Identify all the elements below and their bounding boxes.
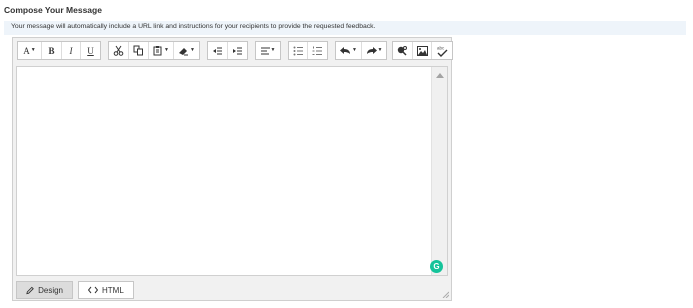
align-left-icon xyxy=(260,47,270,54)
font-size-button[interactable]: A ▼ xyxy=(18,42,42,59)
html-mode-tab[interactable]: HTML xyxy=(78,281,134,299)
bullet-list-icon xyxy=(293,46,303,55)
paste-button[interactable]: ▼ xyxy=(149,42,174,59)
dropdown-caret-icon: ▼ xyxy=(270,48,276,53)
numbered-list-button[interactable] xyxy=(308,42,327,59)
editor-scrollbar[interactable] xyxy=(431,67,447,275)
dropdown-caret-icon: ▼ xyxy=(30,48,36,53)
dropdown-caret-icon: ▼ xyxy=(377,48,383,53)
grammarly-icon[interactable]: G xyxy=(430,260,443,273)
dropdown-caret-icon: ▼ xyxy=(190,48,195,53)
paste-icon xyxy=(153,46,162,56)
resize-handle-icon[interactable] xyxy=(442,291,449,298)
indent-button[interactable] xyxy=(228,42,247,59)
history-group: ▼ ▼ xyxy=(335,41,387,60)
info-text: Your message will automatically include … xyxy=(11,23,376,30)
editor-toolbar: A ▼ B I U ▼ ▼ ▼ ▼ ▼ abc xyxy=(17,41,453,61)
dropdown-caret-icon: ▼ xyxy=(352,48,357,53)
cut-button[interactable] xyxy=(109,42,129,59)
underline-button[interactable]: U xyxy=(81,42,100,59)
code-icon xyxy=(88,286,98,294)
eraser-icon xyxy=(179,48,189,56)
list-group xyxy=(288,41,328,60)
clipboard-group: ▼ ▼ xyxy=(108,41,200,60)
redo-icon xyxy=(366,47,377,54)
align-group: ▼ xyxy=(255,41,281,60)
design-mode-tab[interactable]: Design xyxy=(16,281,73,299)
redo-button[interactable]: ▼ xyxy=(362,42,386,59)
copy-button[interactable] xyxy=(129,42,149,59)
undo-button[interactable]: ▼ xyxy=(336,42,362,59)
editor-body[interactable]: G xyxy=(16,66,448,276)
bullet-list-button[interactable] xyxy=(289,42,308,59)
scroll-up-arrow-icon[interactable] xyxy=(436,73,444,78)
dropdown-caret-icon: ▼ xyxy=(164,48,169,53)
undo-icon xyxy=(340,47,351,54)
italic-button[interactable]: I xyxy=(62,42,81,59)
scissors-icon xyxy=(113,45,124,56)
outdent-icon xyxy=(213,47,222,54)
clear-format-button[interactable]: ▼ xyxy=(174,42,199,59)
spellcheck-button[interactable]: abc xyxy=(432,42,452,59)
spellcheck-icon: abc xyxy=(437,45,448,57)
format-group: A ▼ B I U xyxy=(17,41,101,60)
spellcheck-label: abc xyxy=(437,45,445,50)
copy-icon xyxy=(133,45,143,56)
insert-image-button[interactable] xyxy=(413,42,432,59)
indent-icon xyxy=(233,47,242,54)
info-bar: Your message will automatically include … xyxy=(4,21,686,35)
insert-group: abc xyxy=(392,41,453,60)
bold-button[interactable]: B xyxy=(42,42,62,59)
html-mode-label: HTML xyxy=(102,285,124,295)
section-title: Compose Your Message xyxy=(4,5,102,15)
insert-link-button[interactable] xyxy=(393,42,413,59)
font-size-label: A xyxy=(23,45,30,56)
rich-text-editor: A ▼ B I U ▼ ▼ ▼ ▼ ▼ abc G Design HTML xyxy=(12,37,453,301)
outdent-button[interactable] xyxy=(208,42,228,59)
align-button[interactable]: ▼ xyxy=(256,42,280,59)
link-icon xyxy=(397,46,407,56)
indent-group xyxy=(207,41,248,60)
numbered-list-icon xyxy=(312,46,322,55)
pencil-icon xyxy=(26,286,34,294)
image-icon xyxy=(416,45,428,56)
design-mode-label: Design xyxy=(38,285,63,295)
